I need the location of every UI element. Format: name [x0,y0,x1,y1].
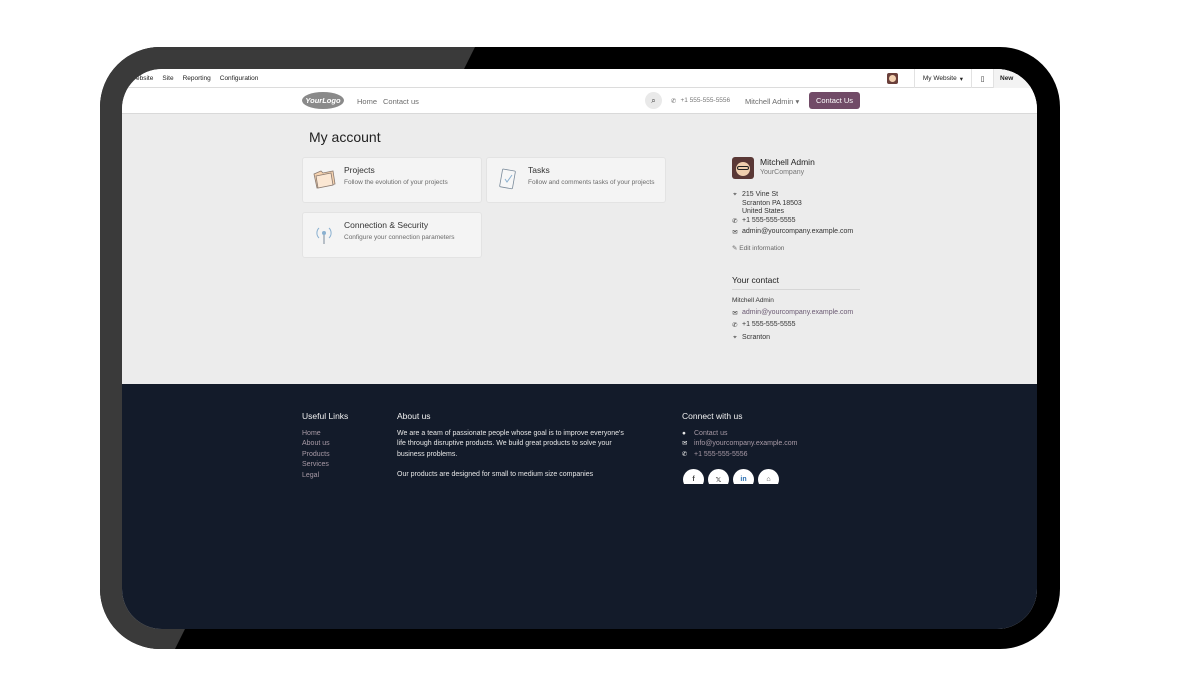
profile-email-text: admin@yourcompany.example.com [742,228,854,235]
footer-email[interactable]: ✉ info@yourcompany.example.com [682,439,797,449]
header-phone-text: +1 555-555-5556 [680,97,731,104]
your-contact-name: Mitchell Admin [732,297,774,304]
user-menu[interactable]: Mitchell Admin ▾ [745,97,799,106]
logo[interactable]: YourLogo [302,92,344,109]
address-line2: Scranton PA 18503 [742,199,802,207]
profile-company: YourCompany [760,169,805,176]
footer-about-text: We are a team of passionate people whose… [397,429,627,480]
card-description: Configure your connection parameters [344,234,455,241]
folder-icon [311,166,337,192]
your-contact-email-text: admin@yourcompany.example.com [742,309,854,316]
card-description: Follow the evolution of your projects [344,179,448,186]
map-marker-icon: ⌖ [733,191,737,198]
task-icon [495,166,521,192]
nav-home[interactable]: Home [357,97,377,106]
nav-contact-us[interactable]: Contact us [383,97,419,106]
profile-address: ⌖ 215 Vine St Scranton PA 18503 United S… [732,191,802,217]
your-contact-email[interactable]: ✉ admin@yourcompany.example.com [732,309,853,317]
footer-link-products[interactable]: Products [302,450,330,460]
search-icon[interactable]: ⌕ [645,92,662,109]
caret-down-icon: ▾ [795,97,800,106]
contact-us-button[interactable]: Contact Us [809,92,860,109]
edit-information-label: Edit information [739,245,785,252]
footer-link-legal[interactable]: Legal [302,471,330,481]
site-header: YourLogo Home Contact us ⌕ ✆ +1 555-555-… [122,88,1037,114]
phone-icon: ✆ [732,218,738,225]
phone-icon: ✆ [732,322,738,329]
your-contact-title: Your contact [732,275,860,290]
your-contact-phone-text: +1 555-555-5555 [742,321,796,328]
footer-connect-title: Connect with us [682,411,743,421]
comment-icon: ● [682,430,686,437]
footer-contact-us[interactable]: ● Contact us [682,429,797,439]
edit-information-link[interactable]: ✎ Edit information [732,244,784,252]
envelope-icon: ✉ [682,440,688,448]
caret-down-icon: ▾ [959,75,963,83]
footer-contact-list: ● Contact us ✉ info@yourcompany.example.… [682,429,797,460]
footer-phone[interactable]: ✆ +1 555-555-5556 [682,450,797,460]
footer-email-text: info@yourcompany.example.com [694,440,798,448]
card-title: Tasks [528,165,550,175]
card-tasks[interactable]: Tasks Follow and comments tasks of your … [486,157,666,203]
browser-screen: ebsite Site Reporting Configuration My W… [122,69,1037,629]
map-marker-icon: ⌖ [733,334,737,341]
footer: Useful Links Home About us Products Serv… [122,384,1037,629]
admin-menu-reporting[interactable]: Reporting [183,75,211,82]
website-switcher[interactable]: My Website ▾ [913,69,971,88]
main-nav: Home Contact us [357,97,419,106]
antenna-icon [311,221,337,247]
profile-phone-text: +1 555-555-5555 [742,217,796,224]
envelope-icon: ✉ [732,229,738,236]
envelope-icon: ✉ [732,310,738,317]
admin-bar: ebsite Site Reporting Configuration My W… [122,69,1037,89]
profile-name: Mitchell Admin [760,157,815,167]
website-switcher-label: My Website [922,75,957,82]
footer-useful-links-title: Useful Links [302,411,349,421]
header-phone[interactable]: ✆ +1 555-555-5556 [671,97,730,105]
footer-about-title: About us [397,411,431,421]
card-title: Projects [344,165,375,175]
card-connection-security[interactable]: Connection & Security Configure your con… [302,212,482,258]
your-contact-phone: ✆ +1 555-555-5555 [732,321,796,329]
footer-link-about-us[interactable]: About us [302,439,330,449]
footer-fold [677,484,787,496]
page-title: My account [309,129,381,145]
card-title: Connection & Security [344,220,429,230]
footer-about-paragraph: We are a team of passionate people whose… [397,430,624,458]
admin-menu: ebsite Site Reporting Configuration [136,75,258,82]
your-contact-city: ⌖ Scranton [732,334,770,342]
footer-about-paragraph: Our products are designed for small to m… [397,470,594,478]
footer-link-services[interactable]: Services [302,460,330,470]
phone-icon: ✆ [682,450,688,458]
address-line1: 215 Vine St [742,191,779,198]
profile-phone: ✆ +1 555-555-5555 [732,217,796,225]
footer-phone-text: +1 555-555-5556 [694,450,748,458]
card-projects[interactable]: Projects Follow the evolution of your pr… [302,157,482,203]
footer-contact-us-label: Contact us [694,430,728,437]
profile-email: ✉ admin@yourcompany.example.com [732,228,853,236]
your-contact-city-text: Scranton [742,334,771,341]
card-description: Follow and comments tasks of your projec… [528,179,655,186]
phone-icon: ✆ [671,98,677,105]
footer-link-home[interactable]: Home [302,429,330,439]
admin-bar-right: My Website ▾ ▯ New [886,69,1037,89]
footer-useful-links: Home About us Products Services Legal [302,429,330,481]
mobile-icon[interactable]: ▯ [971,69,993,88]
pencil-icon: ✎ [732,245,738,252]
admin-menu-configuration[interactable]: Configuration [220,75,259,82]
avatar [732,157,754,179]
admin-menu-site[interactable]: Site [162,75,173,82]
admin-menu-website[interactable]: ebsite [136,75,153,82]
new-button[interactable]: New [993,69,1037,89]
user-avatar[interactable] [886,73,898,84]
address-line3: United States [742,208,785,216]
user-menu-label: Mitchell Admin [745,97,794,106]
